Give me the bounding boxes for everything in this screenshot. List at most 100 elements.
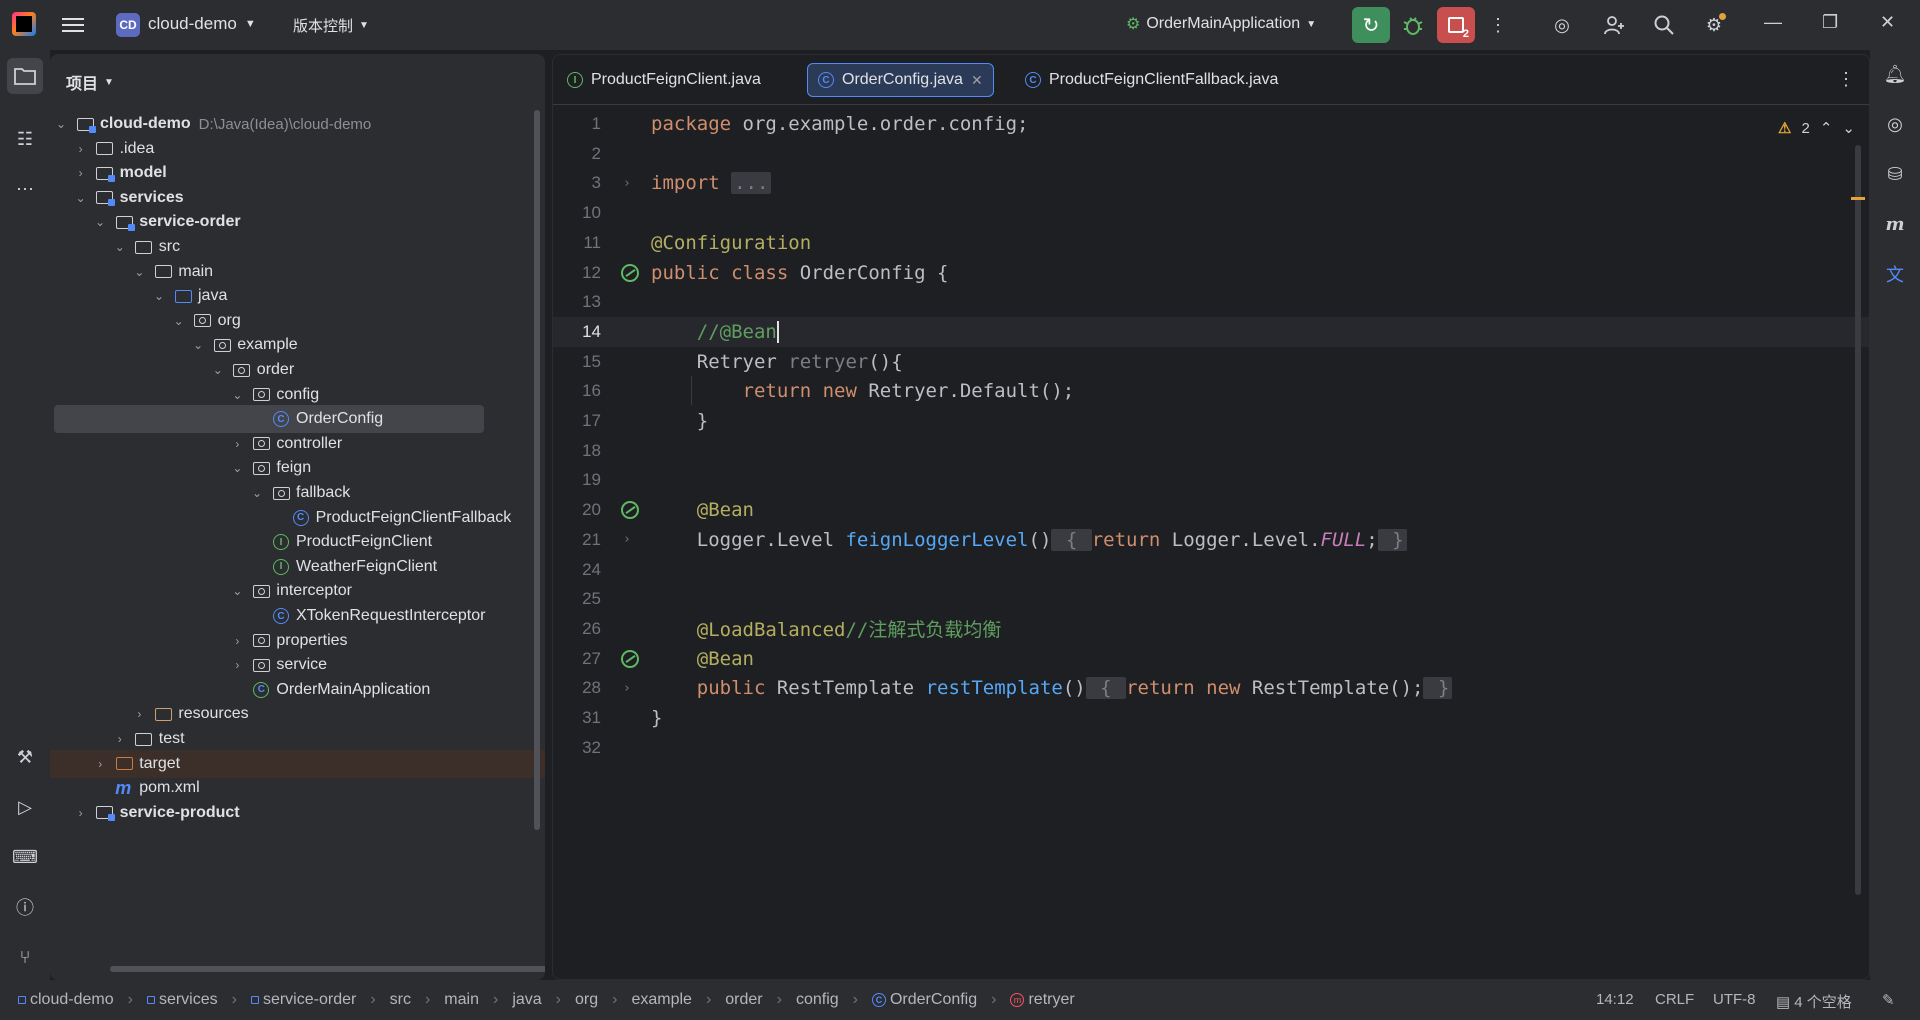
line-number[interactable]: 24 [553, 560, 601, 580]
settings-gear-icon[interactable]: ⚙ [1702, 13, 1726, 37]
tree-horizontal-scrollbar[interactable] [110, 966, 545, 972]
code-line[interactable]: 18 [553, 436, 1869, 466]
breadcrumb-item[interactable]: m retryer [1010, 991, 1075, 1009]
build-hammer-icon[interactable]: ⚒ [12, 744, 38, 770]
project-tool-icon[interactable] [7, 58, 43, 94]
code-line[interactable]: 13 [553, 287, 1869, 317]
line-number[interactable]: 19 [553, 470, 601, 490]
line-number[interactable]: 20 [553, 500, 601, 520]
line-number[interactable]: 11 [553, 233, 601, 253]
chevron-down-icon[interactable]: ⌄ [250, 486, 264, 500]
main-menu-icon[interactable] [62, 14, 84, 34]
code-line[interactable]: 10 [553, 198, 1869, 228]
breadcrumb-item[interactable]: service-order [250, 991, 356, 1009]
project-selector[interactable]: cloud-demo ▼ [148, 14, 256, 34]
spring-bean-gutter-icon[interactable] [619, 648, 641, 670]
chevron-down-icon[interactable]: ⌄ [211, 363, 225, 377]
line-number[interactable]: 18 [553, 441, 601, 461]
run-configuration-selector[interactable]: ⚙ OrderMainApplication ▼ [1126, 14, 1316, 34]
spring-bean-gutter-icon[interactable] [619, 262, 641, 284]
services-run-icon[interactable]: ▷ [12, 794, 38, 820]
close-tab-icon[interactable]: ✕ [971, 72, 983, 89]
line-number[interactable]: 31 [553, 708, 601, 728]
code-line[interactable]: 20 @Bean [553, 495, 1869, 525]
editor-tab[interactable]: C ProductFeignClientFallback.java [1015, 63, 1288, 97]
line-number[interactable]: 13 [553, 292, 601, 312]
structure-tool-icon[interactable]: ☷ [12, 126, 38, 152]
breadcrumb-item[interactable]: order [725, 991, 762, 1009]
code-line[interactable]: 27 @Bean [553, 644, 1869, 674]
notifications-bell-icon[interactable]: 🔔︎ [1883, 62, 1907, 86]
line-number[interactable]: 25 [553, 589, 601, 609]
readonly-toggle-icon[interactable]: ✎ [1882, 991, 1895, 1009]
code-line[interactable]: 28 › public RestTemplate restTemplate() {… [553, 673, 1869, 703]
code-line[interactable]: 15 Retryer retryer(){ [553, 347, 1869, 377]
fold-chevron-icon[interactable]: › [623, 176, 631, 191]
line-number[interactable]: 15 [553, 352, 601, 372]
code-line[interactable]: 31} [553, 703, 1869, 733]
tree-item[interactable]: › service-product [74, 799, 240, 827]
chevron-right-icon[interactable]: › [93, 757, 107, 771]
chevron-down-icon[interactable]: ⌄ [54, 117, 68, 131]
code-line[interactable]: 32 [553, 733, 1869, 763]
intellij-logo-icon[interactable] [12, 12, 36, 36]
code-line[interactable]: 19 [553, 465, 1869, 495]
debug-button[interactable] [1400, 12, 1426, 38]
warning-marker[interactable] [1851, 197, 1865, 200]
project-badge[interactable]: CD [116, 13, 140, 37]
fold-chevron-icon[interactable]: › [623, 681, 631, 696]
add-user-icon[interactable] [1602, 13, 1626, 37]
code-line[interactable]: 14 //@Bean [553, 316, 1869, 347]
code-line[interactable]: 25 [553, 584, 1869, 614]
chevron-down-icon[interactable]: ⌄ [132, 265, 146, 279]
breadcrumb-item[interactable]: java [512, 991, 541, 1009]
chevron-right-icon[interactable]: › [113, 732, 127, 746]
translate-icon[interactable]: 文 [1883, 262, 1907, 286]
chevron-right-icon[interactable]: › [230, 437, 244, 451]
chevron-right-icon[interactable]: › [230, 658, 244, 672]
project-panel-header[interactable]: 项目 ▼ [66, 70, 114, 94]
breadcrumb-item[interactable]: services [146, 991, 218, 1009]
breadcrumb-item[interactable]: config [796, 991, 839, 1009]
stop-button[interactable]: 2 [1437, 7, 1475, 43]
terminal-icon[interactable]: ⌨ [12, 844, 38, 870]
fold-chevron-icon[interactable]: › [623, 532, 631, 547]
editor-tab[interactable]: I ProductFeignClient.java [557, 63, 771, 97]
breadcrumb-item[interactable]: src [390, 991, 411, 1009]
line-number[interactable]: 14 [553, 322, 601, 342]
code-line[interactable]: 1 package org.example.order.config; [553, 109, 1869, 139]
more-tools-icon[interactable]: ⋯ [12, 176, 38, 202]
tree-item[interactable]: C OrderMainApplication [230, 676, 430, 704]
caret-position[interactable]: 14:12 [1596, 991, 1634, 1008]
line-number[interactable]: 10 [553, 203, 601, 223]
tree-vertical-scrollbar[interactable] [534, 110, 540, 830]
chevron-down-icon[interactable]: ⌄ [230, 461, 244, 475]
ai-chat-icon[interactable]: ◎ [1883, 112, 1907, 136]
line-number[interactable]: 2 [553, 144, 601, 164]
breadcrumb-item[interactable]: cloud-demo [18, 991, 114, 1009]
breadcrumb-item[interactable]: main [444, 991, 479, 1009]
chevron-right-icon[interactable]: › [230, 634, 244, 648]
database-icon[interactable]: ⛁ [1883, 162, 1907, 186]
chevron-down-icon[interactable]: ⌄ [191, 338, 205, 352]
vcs-menu[interactable]: 版本控制 ▼ [293, 15, 369, 36]
chevron-down-icon[interactable]: ⌄ [230, 388, 244, 402]
editor-tab[interactable]: C OrderConfig.java ✕ [807, 63, 994, 97]
line-number[interactable]: 28 [553, 678, 601, 698]
git-branch-icon[interactable]: ⑂ [12, 944, 38, 970]
line-number[interactable]: 21 [553, 530, 601, 550]
close-icon[interactable]: ✕ [1880, 12, 1895, 33]
file-encoding[interactable]: UTF-8 [1713, 991, 1756, 1008]
chevron-down-icon[interactable]: ⌄ [230, 584, 244, 598]
spring-bean-gutter-icon[interactable] [619, 499, 641, 521]
code-line[interactable]: 12 public class OrderConfig { [553, 258, 1869, 288]
ai-assistant-icon[interactable]: ◎ [1550, 13, 1574, 37]
breadcrumb-item[interactable]: example [631, 991, 691, 1009]
minimize-icon[interactable]: — [1764, 12, 1782, 33]
chevron-down-icon[interactable]: ⌄ [113, 240, 127, 254]
chevron-down-icon[interactable]: ⌄ [74, 191, 88, 205]
code-line[interactable]: 26 @LoadBalanced//注解式负载均衡 [553, 614, 1869, 644]
code-line[interactable]: 16 return new Retryer.Default(); [553, 376, 1869, 406]
line-number[interactable]: 16 [553, 381, 601, 401]
search-icon[interactable] [1652, 13, 1676, 37]
